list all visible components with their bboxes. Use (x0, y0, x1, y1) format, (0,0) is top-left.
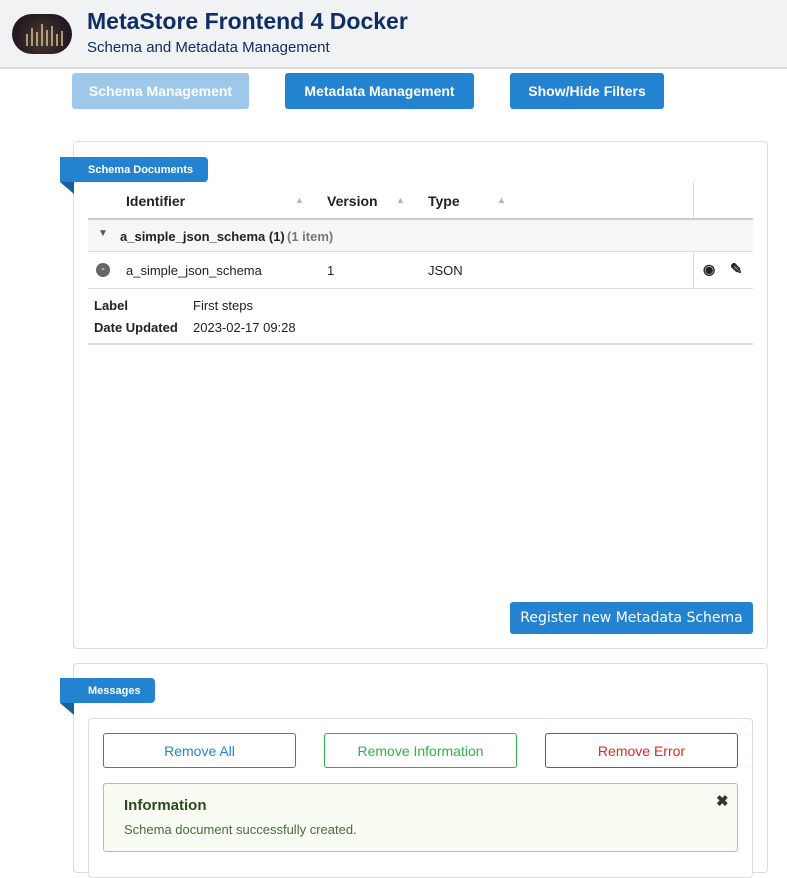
cell-identifier: a_simple_json_schema (126, 263, 262, 278)
information-message: Information Schema document successfully… (103, 783, 738, 852)
sort-type-icon[interactable]: ▲ (497, 195, 506, 205)
column-divider (693, 252, 694, 289)
detail-label-value: First steps (193, 298, 253, 313)
register-schema-button[interactable]: Register new Metadata Schema (510, 602, 753, 634)
schema-documents-title: Schema Documents (60, 157, 208, 182)
app-subtitle: Schema and Metadata Management (87, 39, 330, 56)
sort-version-icon[interactable]: ▲ (396, 195, 405, 205)
close-icon[interactable]: ✖ (716, 792, 729, 810)
detail-label-key: Label (94, 298, 128, 313)
column-header-version[interactable]: Version (327, 193, 378, 209)
remove-all-button[interactable]: Remove All (103, 733, 296, 768)
group-label: a_simple_json_schema (1) (120, 229, 285, 244)
column-header-type[interactable]: Type (428, 193, 460, 209)
collapse-row-icon[interactable]: - (96, 263, 110, 277)
column-header-identifier[interactable]: Identifier (126, 193, 185, 209)
sort-identifier-icon[interactable]: ▲ (295, 195, 304, 205)
edit-icon[interactable]: ✎ (730, 260, 743, 278)
app-header: MetaStore Frontend 4 Docker Schema and M… (0, 0, 787, 69)
eye-icon[interactable]: ◉ (703, 261, 715, 278)
app-title: MetaStore Frontend 4 Docker (87, 8, 408, 34)
app-logo (12, 14, 72, 54)
schema-management-button[interactable]: Schema Management (72, 73, 249, 109)
caret-down-icon[interactable]: ▼ (98, 228, 108, 239)
messages-title: Messages (60, 678, 155, 703)
table-row[interactable]: - a_simple_json_schema 1 JSON ◉ ✎ (88, 252, 753, 289)
ribbon-fold (60, 703, 74, 715)
column-divider (693, 182, 694, 218)
group-count: (1 item) (287, 229, 334, 244)
message-title: Information (124, 797, 207, 814)
show-hide-filters-button[interactable]: Show/Hide Filters (510, 73, 664, 109)
group-row[interactable]: ▼ a_simple_json_schema (1) (1 item) (88, 218, 753, 252)
remove-information-button[interactable]: Remove Information (324, 733, 517, 768)
remove-error-button[interactable]: Remove Error (545, 733, 738, 768)
ribbon-fold (60, 182, 74, 194)
cell-version: 1 (327, 263, 335, 278)
message-text: Schema document successfully created. (124, 822, 357, 837)
divider (88, 343, 753, 345)
cell-type: JSON (428, 263, 463, 278)
detail-date-key: Date Updated (94, 320, 178, 335)
detail-date-value: 2023-02-17 09:28 (193, 320, 296, 335)
metadata-management-button[interactable]: Metadata Management (285, 73, 474, 109)
